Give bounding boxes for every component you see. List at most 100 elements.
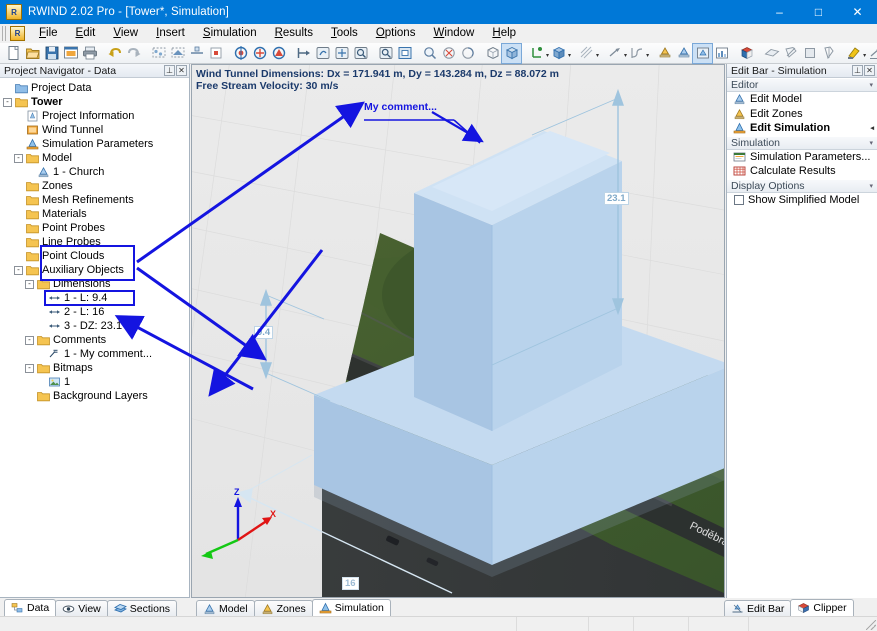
toolbar-zoom-in-glass-button[interactable]: [420, 44, 439, 63]
tree-item[interactable]: - Comments: [3, 333, 189, 347]
tree-item[interactable]: Background Layers: [3, 389, 189, 403]
toolbar-zoom-reset-button[interactable]: [458, 44, 477, 63]
toolbar-hatch-surface-dropdown-icon[interactable]: ▾: [596, 44, 599, 63]
tree-item[interactable]: 1 - My comment...: [3, 347, 189, 361]
menu-insert[interactable]: Insert: [147, 25, 194, 41]
toolbar-move-right-arrow-button[interactable]: [294, 44, 313, 63]
toolbar-zoom-out-target-button[interactable]: [439, 44, 458, 63]
menu-app-icon[interactable]: R: [10, 25, 25, 41]
toolbar-surface-plane-button[interactable]: [762, 44, 781, 63]
toolbar-select-region-button[interactable]: [168, 44, 187, 63]
tree-item[interactable]: 1: [3, 375, 189, 389]
toolbar-flow-arrow-button[interactable]: [605, 44, 624, 63]
toolbar-save-disk-button[interactable]: [42, 44, 61, 63]
toolbar-zoom-all-button[interactable]: [376, 44, 395, 63]
menu-drag-grip[interactable]: [2, 25, 8, 41]
edit-bar-section-header[interactable]: Editor ▾: [727, 78, 877, 92]
tab-simulation[interactable]: Simulation: [311, 599, 391, 616]
toolbar-select-line-button[interactable]: [187, 44, 206, 63]
menu-view[interactable]: View: [104, 25, 147, 41]
toolbar-wireframe-box-button[interactable]: [483, 44, 502, 63]
toolbar-results-edit-button[interactable]: [712, 44, 731, 63]
toolbar-simulation-edit-button[interactable]: [692, 42, 714, 64]
tree-item[interactable]: Project Data: [3, 81, 189, 95]
edit-bar-row[interactable]: Edit Zones: [727, 107, 877, 122]
edit-bar-section-header[interactable]: Simulation ▾: [727, 135, 877, 150]
tree-item[interactable]: - Tower: [3, 95, 189, 109]
section-collapse-chevron-icon[interactable]: ▾: [869, 182, 873, 190]
toolbar-hatch-surface-button[interactable]: [577, 44, 596, 63]
navigator-close-icon[interactable]: ✕: [176, 65, 187, 76]
tree-item[interactable]: - Dimensions: [3, 277, 189, 291]
toolbar-solid-fill-button[interactable]: [800, 44, 819, 63]
toolbar-section-cut-button[interactable]: [781, 44, 800, 63]
toolbar-print-button[interactable]: [80, 44, 99, 63]
tab-view[interactable]: View: [55, 600, 108, 616]
edit-bar-row[interactable]: Simulation Parameters...: [727, 150, 877, 165]
tree-item[interactable]: - Bitmaps: [3, 361, 189, 375]
window-minimize-button[interactable]: –: [760, 0, 799, 24]
toolbar-new-document-button[interactable]: [4, 44, 23, 63]
tree-item[interactable]: 1 - L: 9.4: [3, 291, 189, 305]
toolbar-rotate-view-button[interactable]: [313, 44, 332, 63]
dimension-label-ground[interactable]: 16: [342, 577, 359, 590]
edit-bar-close-icon[interactable]: ✕: [864, 65, 875, 76]
toolbar-mesh-refine-red-button[interactable]: [269, 44, 288, 63]
tree-item[interactable]: Wind Tunnel: [3, 123, 189, 137]
menu-edit[interactable]: Edit: [67, 25, 105, 41]
tree-item[interactable]: Materials: [3, 207, 189, 221]
menu-simulation[interactable]: Simulation: [194, 25, 266, 41]
show-simplified-model-checkbox[interactable]: [734, 194, 744, 205]
tab-sections[interactable]: Sections: [106, 600, 178, 616]
edit-bar-section-header[interactable]: Display Options ▾: [727, 178, 877, 193]
toolbar-model-edit-button[interactable]: [655, 44, 674, 63]
edit-bar-pin-icon[interactable]: ⊥: [852, 65, 863, 76]
dimension-label-vertical-right[interactable]: 23.1: [604, 192, 629, 205]
dimension-label-vertical-left[interactable]: 9.4: [254, 326, 274, 339]
tab-data[interactable]: Data: [4, 599, 57, 616]
toolbar-zoom-window-button[interactable]: [351, 44, 370, 63]
tree-item[interactable]: Project Information: [3, 109, 189, 123]
toolbar-select-objects-button[interactable]: [149, 44, 168, 63]
tree-expander-icon[interactable]: -: [14, 265, 23, 275]
menu-file[interactable]: File: [30, 25, 67, 41]
tree-item[interactable]: Mesh Refinements: [3, 193, 189, 207]
edit-bar-row[interactable]: Calculate Results: [727, 164, 877, 179]
resize-grip-icon[interactable]: [866, 620, 876, 630]
menu-options[interactable]: Options: [367, 25, 425, 41]
tab-clipper[interactable]: Clipper: [790, 599, 854, 616]
toolbar-open-folder-button[interactable]: [23, 44, 42, 63]
edit-bar-row[interactable]: Edit Simulation ◂: [727, 121, 877, 136]
toolbar-axis-system-button[interactable]: [527, 44, 546, 63]
window-maximize-button[interactable]: □: [799, 0, 838, 24]
toolbar-fit-all-button[interactable]: [395, 44, 414, 63]
tree-item[interactable]: Point Probes: [3, 221, 189, 235]
toolbar-zone-edit-button[interactable]: [674, 44, 693, 63]
menu-help[interactable]: Help: [483, 25, 525, 41]
tab-model[interactable]: Model: [196, 600, 255, 616]
menu-results[interactable]: Results: [266, 25, 322, 41]
toolbar-wind-profile-button[interactable]: [627, 44, 646, 63]
3d-viewport[interactable]: Poděbrad M: [191, 64, 725, 598]
tree-expander-icon[interactable]: -: [14, 153, 23, 163]
window-close-button[interactable]: ✕: [838, 0, 877, 24]
toolbar-render-box-dropdown-icon[interactable]: ▾: [568, 44, 571, 63]
tree-item[interactable]: 2 - L: 16: [3, 305, 189, 319]
toolbar-render-box-button[interactable]: [549, 44, 568, 63]
section-collapse-chevron-icon[interactable]: ▾: [869, 81, 873, 89]
tree-expander-icon[interactable]: -: [25, 363, 34, 373]
tree-item[interactable]: - Model: [3, 151, 189, 165]
comment-label[interactable]: My comment...: [364, 101, 437, 113]
viewport-canvas[interactable]: Poděbrad M: [192, 65, 724, 597]
section-collapse-chevron-icon[interactable]: ▾: [869, 139, 873, 147]
tree-item[interactable]: Line Probes: [3, 235, 189, 249]
tab-zones[interactable]: Zones: [253, 600, 313, 616]
tree-item[interactable]: - Auxiliary Objects: [3, 263, 189, 277]
toolbar-highlight-marker-button[interactable]: [844, 44, 863, 63]
toolbar-wind-profile-dropdown-icon[interactable]: ▾: [646, 44, 649, 63]
toolbar-color-palette-button[interactable]: [737, 44, 756, 63]
tree-expander-icon[interactable]: -: [25, 335, 34, 345]
tree-expander-icon[interactable]: -: [25, 279, 34, 289]
toolbar-arrow-tool-button[interactable]: [866, 44, 877, 63]
edit-bar-row[interactable]: Edit Model: [727, 92, 877, 107]
